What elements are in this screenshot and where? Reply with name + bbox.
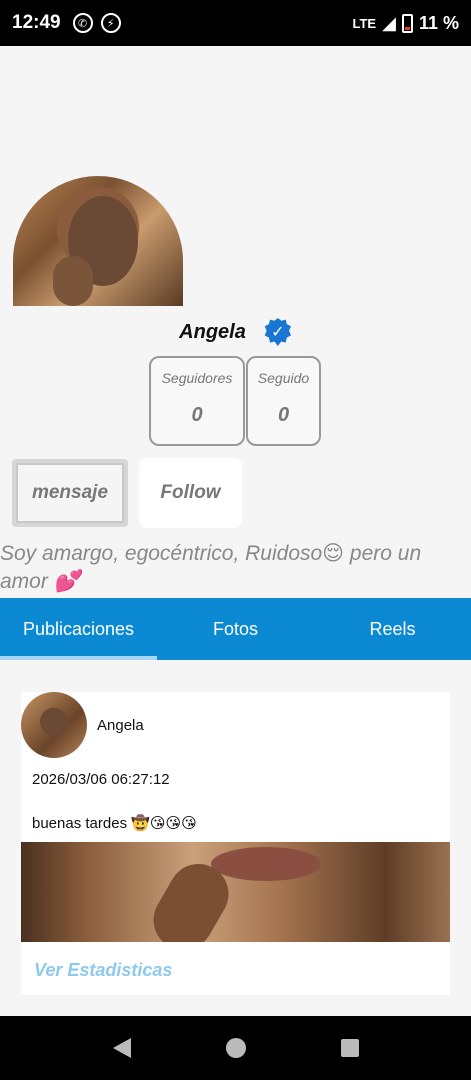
following-box[interactable]: Seguido 0 — [246, 356, 321, 446]
following-label: Seguido — [257, 370, 310, 386]
username-row: Angela ✓ — [0, 318, 471, 346]
tab-publicaciones[interactable]: Publicaciones — [0, 598, 157, 660]
followers-count: 0 — [191, 404, 203, 426]
follow-button[interactable]: Follow — [139, 458, 242, 528]
signal-icon: LTE — [352, 15, 377, 31]
status-bar: 12:49 ✆ ⚡ LTE ◢ 11 % — [0, 0, 471, 46]
followers-box[interactable]: Seguidores 0 — [149, 356, 245, 446]
messenger-icon: ⚡ — [100, 13, 121, 33]
home-icon[interactable] — [225, 1038, 246, 1058]
status-right: LTE ◢ 11 % — [353, 13, 459, 34]
post-text: buenas tardes 🤠😘😘😘 — [32, 815, 197, 832]
tab-fotos[interactable]: Fotos — [157, 598, 314, 660]
status-time: 12:49 — [12, 12, 61, 33]
post-image[interactable] — [21, 842, 450, 942]
post-image-lips — [211, 847, 321, 881]
post-card: Angela 2026/03/06 06:27:12 buenas tardes… — [21, 692, 450, 995]
signal-bars-icon: ◢ — [382, 12, 396, 33]
following-count: 0 — [277, 404, 290, 426]
android-nav-bar — [0, 1016, 471, 1080]
recent-apps-icon[interactable] — [340, 1039, 359, 1057]
profile-screen: Angela ✓ Seguidores 0 Seguido 0 mensaje … — [0, 46, 471, 1016]
profile-avatar[interactable] — [13, 176, 183, 306]
back-icon[interactable] — [112, 1038, 131, 1058]
post-author[interactable]: Angela — [97, 717, 144, 734]
avatar-hand — [53, 256, 93, 306]
battery-icon — [401, 13, 413, 33]
profile-tabs: Publicaciones Fotos Reels — [0, 598, 471, 660]
tab-reels[interactable]: Reels — [314, 598, 471, 660]
post-date: 2026/03/06 06:27:12 — [32, 771, 170, 788]
post-author-avatar[interactable] — [21, 692, 87, 758]
message-button[interactable]: mensaje — [12, 459, 128, 527]
view-statistics-link[interactable]: Ver Estadisticas — [34, 960, 172, 981]
profile-name: Angela — [179, 320, 246, 343]
verified-badge-icon: ✓ — [264, 318, 292, 346]
profile-bio: Soy amargo, egocéntrico, Ruidoso😌 pero u… — [0, 542, 422, 593]
whatsapp-icon: ✆ — [72, 13, 93, 33]
followers-label: Seguidores — [161, 370, 233, 386]
battery-text: 11 % — [418, 12, 459, 33]
